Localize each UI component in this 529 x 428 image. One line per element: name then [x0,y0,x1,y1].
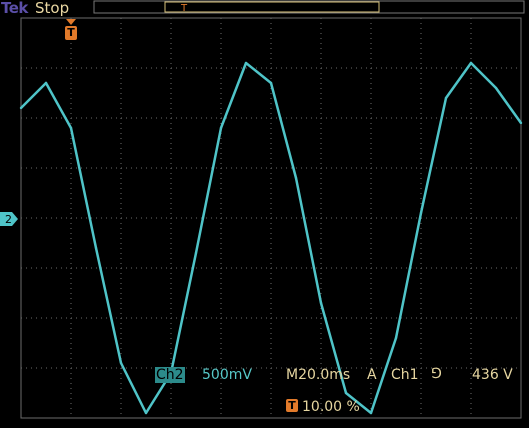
acquisition-status: Stop [35,0,70,17]
trace-point [294,176,298,180]
trace-point [394,336,398,340]
trace-point [469,61,473,65]
ch2-ground-marker-icon[interactable]: 2 [0,212,18,226]
trace-point [194,251,198,255]
trace-point [319,301,323,305]
channel-scale: 500mV [202,367,252,383]
channel-tag[interactable]: Ch2 [155,367,185,383]
graticule [20,17,522,419]
trace-point [19,106,23,110]
trace-point [244,61,248,65]
oscilloscope-screen: T Tek Stop T 2 Ch2 500mV M20.0ms A Ch1 ⅁… [0,0,529,428]
brand-logo: Tek [1,0,28,17]
trigger-source: Ch1 [391,367,419,383]
trace-point [519,121,523,125]
trace-point [119,361,123,365]
trace-point [444,96,448,100]
trigger-icon: T [286,399,298,412]
trace-point [44,81,48,85]
waveform-plot: T [19,0,525,419]
trace-point [419,211,423,215]
record-bar-outline [93,0,525,14]
trigger-position-icon: T [65,26,77,40]
record-view-bar: T [93,0,525,14]
timebase-readout: M20.0ms [286,367,351,383]
trigger-slope-icon: ⅁ [431,366,442,382]
trace-point [494,86,498,90]
record-bar-window [164,1,380,13]
trace-point [69,126,73,130]
trace-point [369,411,373,415]
record-bar-trigger-marker: T [180,3,188,14]
trace-point [344,391,348,395]
trigger-position-readout: 10.00 % [302,399,360,415]
trace-point [219,126,223,130]
trigger-mode: A [367,367,377,383]
trigger-level: 436 V [472,367,513,383]
trace-point [144,411,148,415]
trace-point [94,246,98,250]
trigger-position-arrow-icon [66,19,76,25]
trace-point [269,81,273,85]
ch2-marker-label: 2 [5,213,12,226]
